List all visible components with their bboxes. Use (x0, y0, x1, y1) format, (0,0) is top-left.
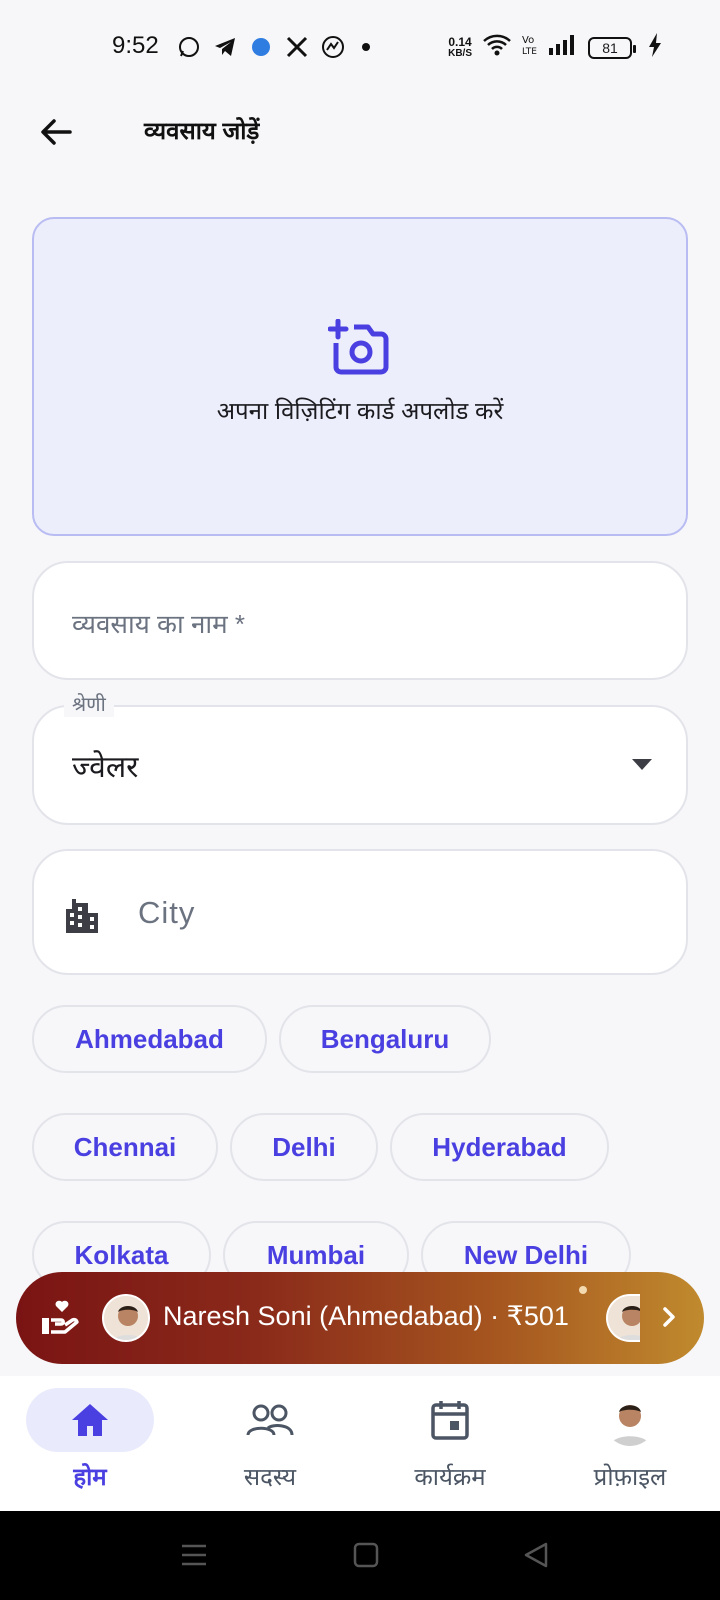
next-donor-avatar (606, 1294, 640, 1342)
business-name-placeholder: व्यवसाय का नाम * (72, 609, 246, 639)
status-bar: 9:52 0.14 KB/S Vo LTE 81 (0, 0, 720, 96)
app-notification-icon (248, 34, 274, 60)
dropdown-arrow-icon (632, 759, 652, 770)
home-icon (72, 1404, 108, 1436)
network-speed-value: 0.14 (448, 34, 472, 49)
add-photo-icon (327, 318, 392, 380)
city-chip-hyderabad[interactable]: Hyderabad (390, 1113, 609, 1181)
app-bar: व्यवसाय जोड़ें (0, 96, 720, 164)
category-dropdown[interactable]: ज्वेलर (32, 705, 688, 825)
city-building-icon (62, 895, 102, 938)
city-chip-delhi[interactable]: Delhi (230, 1113, 378, 1181)
battery-icon: 81 (588, 36, 636, 59)
nav-events-label: कार्यक्रम (414, 1464, 486, 1491)
nav-home-indicator (26, 1388, 154, 1452)
city-chip-ahmedabad[interactable]: Ahmedabad (32, 1005, 267, 1073)
more-notifications-dot (362, 43, 370, 51)
calendar-icon (431, 1401, 469, 1440)
upload-label: अपना विज़िटिंग कार्ड अपलोड करें (216, 398, 504, 425)
city-search-field[interactable]: City (32, 849, 688, 975)
donation-ticker-banner[interactable]: Naresh Soni (Ahmedabad) · ₹501 (16, 1272, 704, 1364)
system-status: 0.14 KB/S Vo LTE 81 (448, 33, 662, 62)
back-button[interactable] (30, 106, 82, 158)
donation-text: Naresh Soni (Ahmedabad) · ₹501 (163, 1301, 569, 1331)
telegram-icon (212, 34, 238, 60)
donor-avatar (102, 1294, 150, 1342)
x-icon (284, 34, 310, 60)
nav-profile-label: प्रोफ़ाइल (593, 1464, 667, 1491)
bottom-navigation: होम सदस्य कार्यक्रम प्रोफ़ाइल (0, 1376, 720, 1511)
nav-profile[interactable]: प्रोफ़ाइल (540, 1388, 720, 1508)
profile-avatar (604, 1394, 656, 1446)
city-chip-chennai[interactable]: Chennai (32, 1113, 218, 1181)
arrow-left-icon (41, 119, 72, 145)
system-navigation-bar (0, 1511, 720, 1600)
chevron-right-icon[interactable] (656, 1302, 682, 1337)
volte-icon: Vo LTE (522, 33, 538, 62)
charging-icon (648, 33, 662, 62)
donation-heart-hand-icon (40, 1298, 80, 1343)
nav-members-label: सदस्य (243, 1464, 297, 1491)
category-label: श्रेणी (64, 690, 114, 717)
notification-icons (176, 34, 370, 60)
nav-events-icon-wrap (386, 1388, 514, 1452)
nav-members-icon-wrap (206, 1388, 334, 1452)
signal-icon (548, 34, 578, 61)
network-speed: 0.14 KB/S (448, 36, 472, 60)
back-triangle-icon[interactable] (522, 1541, 550, 1574)
upload-visiting-card[interactable]: अपना विज़िटिंग कार्ड अपलोड करें (32, 217, 688, 536)
nav-members[interactable]: सदस्य (180, 1388, 360, 1508)
nav-home[interactable]: होम (0, 1388, 180, 1508)
wifi-icon (482, 33, 512, 62)
category-value: ज्वेलर (72, 751, 139, 784)
business-name-field[interactable]: व्यवसाय का नाम * (32, 561, 688, 680)
svg-text:LTE: LTE (522, 47, 537, 57)
page-title: व्यवसाय जोड़ें (144, 118, 260, 145)
battery-level: 81 (602, 39, 618, 56)
recent-apps-icon[interactable] (180, 1541, 208, 1574)
nav-home-label: होम (73, 1464, 107, 1491)
ticker-indicator-dot (579, 1286, 587, 1294)
nav-profile-icon-wrap (566, 1388, 694, 1452)
svg-text:Vo: Vo (522, 35, 534, 46)
whatsapp-icon (176, 34, 202, 60)
members-icon (246, 1404, 294, 1436)
city-placeholder: City (138, 895, 196, 930)
home-button-icon[interactable] (352, 1541, 380, 1574)
network-speed-unit: KB/S (448, 47, 472, 59)
status-time: 9:52 (112, 32, 159, 59)
nav-events[interactable]: कार्यक्रम (360, 1388, 540, 1508)
city-chip-bengaluru[interactable]: Bengaluru (279, 1005, 491, 1073)
market-app-icon (320, 34, 346, 60)
